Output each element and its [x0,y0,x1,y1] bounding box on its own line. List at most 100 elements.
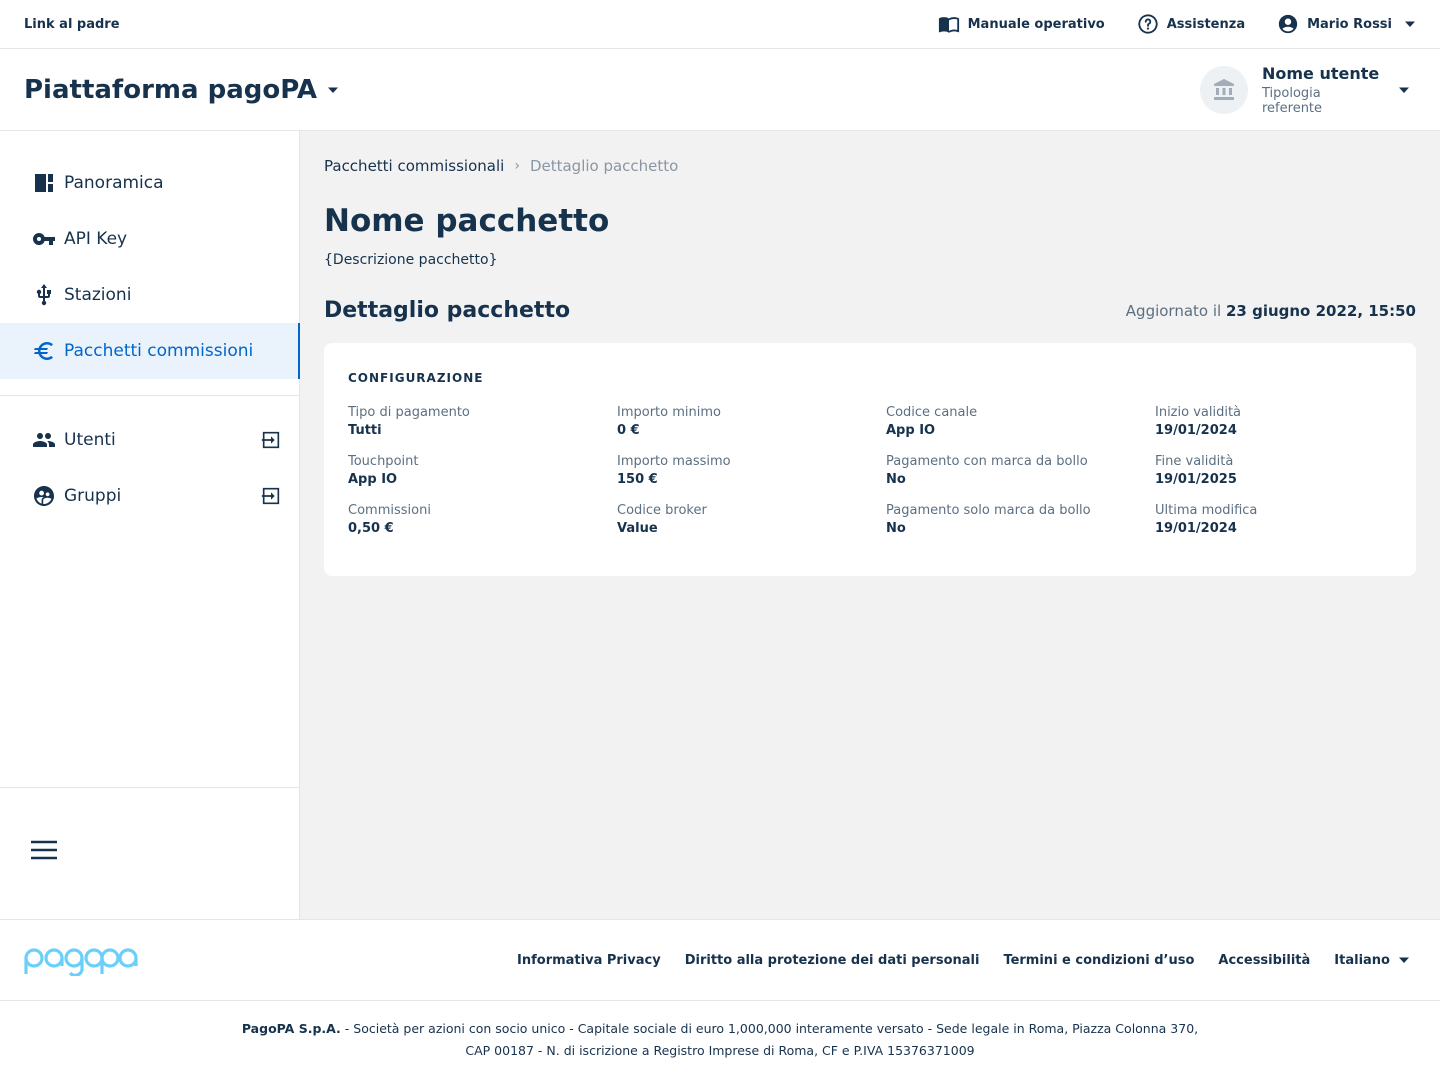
field-label: Codice broker [617,503,707,518]
sidebar-divider [0,395,300,396]
footer-link-data-protection[interactable]: Diritto alla protezione dei dati persona… [685,953,980,968]
party-name: Nome utente [1262,63,1380,83]
field-label: Pagamento con marca da bollo [886,454,1088,469]
dashboard-icon [35,174,53,192]
sidebar-item-panoramica[interactable]: Panoramica [0,155,300,211]
pagopa-logo[interactable] [24,944,138,976]
field-value: No [886,472,906,487]
language-selector[interactable]: Italiano [1334,953,1416,968]
field-label: Fine validità [1155,454,1234,469]
field-label: Importo minimo [617,405,721,420]
breadcrumb-separator-icon: › [514,158,520,174]
legal-text-1: - Società per azioni con socio unico - C… [340,1021,1199,1036]
chevron-down-icon [328,87,339,93]
field-importo-minimo: Importo minimo 0 € [617,405,886,438]
field-label: Codice canale [886,405,978,420]
field-inizio-validita: Inizio validità 19/01/2024 [1155,405,1424,438]
field-value: Tutti [348,423,382,438]
top-header: Link al padre Manuale operativo Assisten… [0,0,1440,49]
field-label: Touchpoint [348,454,419,469]
party-info: Nome utente Tipologia referente [1262,64,1380,116]
sidebar-item-label: Panoramica [64,173,164,193]
exit-to-app-icon [261,487,280,505]
people-icon [33,433,55,447]
field-label: Inizio validità [1155,405,1242,420]
help-label: Assistenza [1166,16,1246,32]
sidebar-item-pacchetti-commissioni[interactable]: Pacchetti commissioni [0,323,300,379]
help-link[interactable]: Assistenza [1137,13,1245,35]
institution-icon [1214,78,1234,100]
footer-link-terms[interactable]: Termini e condizioni d’uso [1003,953,1194,968]
field-codice-canale: Codice canale App IO [886,405,1155,438]
sidebar-item-label: Gruppi [64,486,122,506]
chevron-down-icon [1405,21,1415,27]
account-icon [1278,14,1298,34]
field-importo-massimo: Importo massimo 150 € [617,454,886,487]
book-icon [938,17,959,33]
legal-line-2: CAP 00187 - N. di iscrizione a Registro … [465,1043,975,1058]
sidebar: Panoramica API Key Stazioni Pacchetti co… [0,131,300,919]
section-title: Dettaglio pacchetto [324,298,571,323]
last-updated: Aggiornato il 23 giugno 2022, 15:50 [1126,302,1416,320]
chevron-down-icon [1399,87,1409,93]
last-updated-value: 23 giugno 2022, 15:50 [1225,302,1416,320]
usb-icon [36,284,51,306]
footer-link-accessibility[interactable]: Accessibilità [1218,953,1310,968]
field-fine-validita: Fine validità 19/01/2025 [1155,454,1424,487]
sidebar-item-label: Stazioni [64,285,132,305]
party-switcher[interactable]: Nome utente Tipologia referente [1200,64,1416,116]
sidebar-item-gruppi[interactable]: Gruppi [0,468,300,524]
language-label: Italiano [1334,952,1390,968]
field-value: No [886,521,906,536]
footer-link-privacy[interactable]: Informativa Privacy [517,953,661,968]
manual-label: Manuale operativo [967,16,1105,32]
sidebar-item-api-key[interactable]: API Key [0,211,300,267]
legal-company: PagoPA S.p.A. [241,1021,341,1036]
page-title: Nome pacchetto [324,203,610,239]
footer-links: Informativa Privacy Diritto alla protezi… [517,953,1416,968]
sidebar-divider [0,787,300,788]
configuration-title: CONFIGURAZIONE [348,371,484,385]
party-role: Tipologia referente [1262,85,1323,116]
field-value: Value [617,521,658,536]
user-name: Mario Rossi [1307,16,1392,32]
field-pagamento-solo-marca: Pagamento solo marca da bollo No [886,503,1155,536]
field-codice-broker: Codice broker Value [617,503,886,536]
field-value: App IO [886,423,936,438]
field-value: 150 € [617,472,658,487]
sidebar-item-utenti[interactable]: Utenti [0,412,300,468]
field-label: Ultima modifica [1155,503,1258,518]
configuration-card: CONFIGURAZIONE Tipo di pagamento Tutti Im… [324,343,1416,576]
product-header: Piattaforma pagoPA Nome utente Tipologia… [0,49,1440,131]
last-updated-label: Aggiornato il [1125,302,1222,320]
product-name: Piattaforma pagoPA [24,74,318,105]
product-switcher[interactable]: Piattaforma pagoPA [24,75,339,105]
manual-link[interactable]: Manuale operativo [938,13,1105,35]
sidebar-item-stazioni[interactable]: Stazioni [0,267,300,323]
user-menu[interactable]: Mario Rossi [1277,13,1416,35]
legal-notice: PagoPA S.p.A. - Società per azioni con s… [0,1018,1440,1062]
party-avatar [1200,65,1248,114]
breadcrumb-current: Dettaglio pacchetto [529,157,679,175]
breadcrumb-parent[interactable]: Pacchetti commissionali [324,157,504,175]
field-tipo-pagamento: Tipo di pagamento Tutti [348,405,617,438]
breadcrumb: Pacchetti commissionali › Dettaglio pacc… [324,157,678,175]
parent-link[interactable]: Link al padre [24,17,120,32]
exit-to-app-icon [261,431,280,449]
field-value: App IO [348,472,398,487]
field-value: 0 € [617,423,640,438]
field-label: Pagamento solo marca da bollo [886,503,1091,518]
page-description: {Descrizione pacchetto} [324,252,498,268]
footer: Informativa Privacy Diritto alla protezi… [0,919,1440,1077]
group-icon [34,486,54,506]
sidebar-item-label: Utenti [64,430,116,450]
menu-icon[interactable] [28,834,60,866]
field-value: 19/01/2024 [1155,423,1237,438]
field-value: 19/01/2024 [1155,521,1237,536]
sidebar-item-label: API Key [64,229,128,249]
legal-line-1: PagoPA S.p.A. - Società per azioni con s… [0,1018,1440,1040]
help-icon [1138,14,1158,34]
field-pagamento-con-marca: Pagamento con marca da bollo No [886,454,1155,487]
field-touchpoint: Touchpoint App IO [348,454,617,487]
sidebar-item-label: Pacchetti commissioni [64,341,254,361]
